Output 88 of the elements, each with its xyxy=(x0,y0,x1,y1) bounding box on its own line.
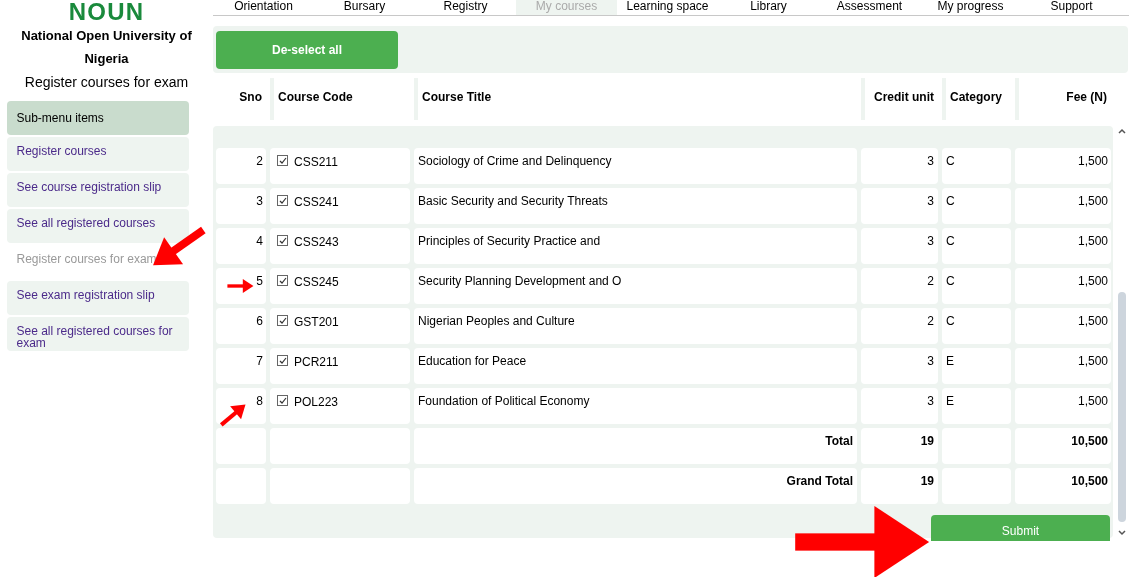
column-header: Course Title xyxy=(414,78,857,120)
table-cell: 10,500 xyxy=(1015,468,1111,504)
check-icon xyxy=(278,196,287,205)
university-name: National Open University of Nigeria xyxy=(20,27,193,68)
table-cell: 7 xyxy=(216,348,266,384)
table-cell: Grand Total xyxy=(414,468,857,504)
table-cell: 1,500 xyxy=(1015,148,1111,184)
checkbox[interactable] xyxy=(277,355,288,366)
table-cell: 1,500 xyxy=(1015,188,1111,224)
table-cell: 19 xyxy=(861,468,938,504)
nav-tab[interactable]: Bursary xyxy=(314,0,415,15)
course-code: GST201 xyxy=(294,314,339,331)
table-cell: Sociology of Crime and Delinquency xyxy=(414,148,857,184)
table-cell: C xyxy=(942,188,1011,224)
checkbox[interactable] xyxy=(277,315,288,326)
table-cell: Basic Security and Security Threats xyxy=(414,188,857,224)
submenu-item[interactable]: See all registered courses xyxy=(6,209,189,243)
table-cell: C xyxy=(942,268,1011,304)
check-icon xyxy=(278,396,287,405)
course-code: CSS241 xyxy=(294,194,339,211)
course-code: POL223 xyxy=(294,394,339,411)
course-code: CSS243 xyxy=(294,234,339,251)
submenu-item[interactable]: See all registered courses for exam xyxy=(6,317,189,351)
table-cell: 6 xyxy=(216,308,266,344)
check-icon xyxy=(278,356,287,365)
logo: NOUN xyxy=(68,0,145,24)
check-icon xyxy=(278,316,287,325)
nav-tab[interactable]: Orientation xyxy=(213,0,314,15)
table-cell: 2 xyxy=(861,308,938,344)
column-header: Category xyxy=(942,78,1011,120)
table-cell: 3 xyxy=(861,348,938,384)
scroll-down-icon xyxy=(1118,530,1126,536)
nav-tab[interactable]: Assessment xyxy=(819,0,920,15)
table-cell: 2 xyxy=(861,268,938,304)
course-code: PCR211 xyxy=(294,354,339,371)
nav-tab[interactable]: My progress xyxy=(920,0,1021,15)
table-cell: Security Planning Development and O xyxy=(414,268,857,304)
table-cell: 1,500 xyxy=(1015,228,1111,264)
table-cell: 4 xyxy=(216,228,266,264)
checkbox[interactable] xyxy=(277,195,288,206)
table-cell: Nigerian Peoples and Culture xyxy=(414,308,857,344)
table-cell: 1,500 xyxy=(1015,388,1111,424)
page-title: Register courses for exam xyxy=(24,73,189,92)
table-cell: 1,500 xyxy=(1015,268,1111,304)
column-header: Course Code xyxy=(270,78,410,120)
nav-tab[interactable]: Learning space xyxy=(617,0,718,15)
nav-tab[interactable]: Registry xyxy=(415,0,516,15)
table-cell xyxy=(216,428,266,464)
table-cell: 19 xyxy=(861,428,938,464)
column-header: Fee (N) xyxy=(1015,78,1111,120)
table-cell: Total xyxy=(414,428,857,464)
submenu-item[interactable]: See exam registration slip xyxy=(6,281,189,315)
checkbox[interactable] xyxy=(277,155,288,166)
table-cell: 5 xyxy=(216,268,266,304)
table-cell: E xyxy=(942,348,1011,384)
column-header: Sno xyxy=(238,89,263,106)
table-cell: 1,500 xyxy=(1015,348,1111,384)
table-cell: C xyxy=(942,228,1011,264)
table-cell: Principles of Security Practice and xyxy=(414,228,857,264)
table-cell: 3 xyxy=(861,188,938,224)
table-cell: E xyxy=(942,388,1011,424)
table-cell: 10,500 xyxy=(1015,428,1111,464)
table-cell: 3 xyxy=(861,148,938,184)
scroll-up-icon xyxy=(1118,128,1126,134)
table-cell: C xyxy=(942,148,1011,184)
scrollbar-thumb[interactable] xyxy=(1118,292,1126,522)
table-cell: C xyxy=(942,308,1011,344)
nav-tab[interactable]: Support xyxy=(1021,0,1122,15)
check-icon xyxy=(278,276,287,285)
check-icon xyxy=(278,236,287,245)
submenu-header: Sub-menu items xyxy=(6,101,189,135)
table-cell: 2 xyxy=(216,148,266,184)
table-cell: Education for Peace xyxy=(414,348,857,384)
table-cell: Foundation of Political Economy xyxy=(414,388,857,424)
nav-tab[interactable]: Library xyxy=(718,0,819,15)
submenu-item[interactable]: See course registration slip xyxy=(6,173,189,207)
checkbox[interactable] xyxy=(277,235,288,246)
course-code: CSS245 xyxy=(294,274,339,291)
checkbox[interactable] xyxy=(277,395,288,406)
table-cell: 1,500 xyxy=(1015,308,1111,344)
column-header: Credit unit xyxy=(861,78,938,120)
table-cell: 3 xyxy=(861,228,938,264)
table-cell: 3 xyxy=(216,188,266,224)
table-cell: 3 xyxy=(861,388,938,424)
checkbox[interactable] xyxy=(277,275,288,286)
course-code: CSS211 xyxy=(294,154,338,171)
check-icon xyxy=(278,156,287,165)
submenu-item[interactable]: Register courses xyxy=(6,137,189,171)
